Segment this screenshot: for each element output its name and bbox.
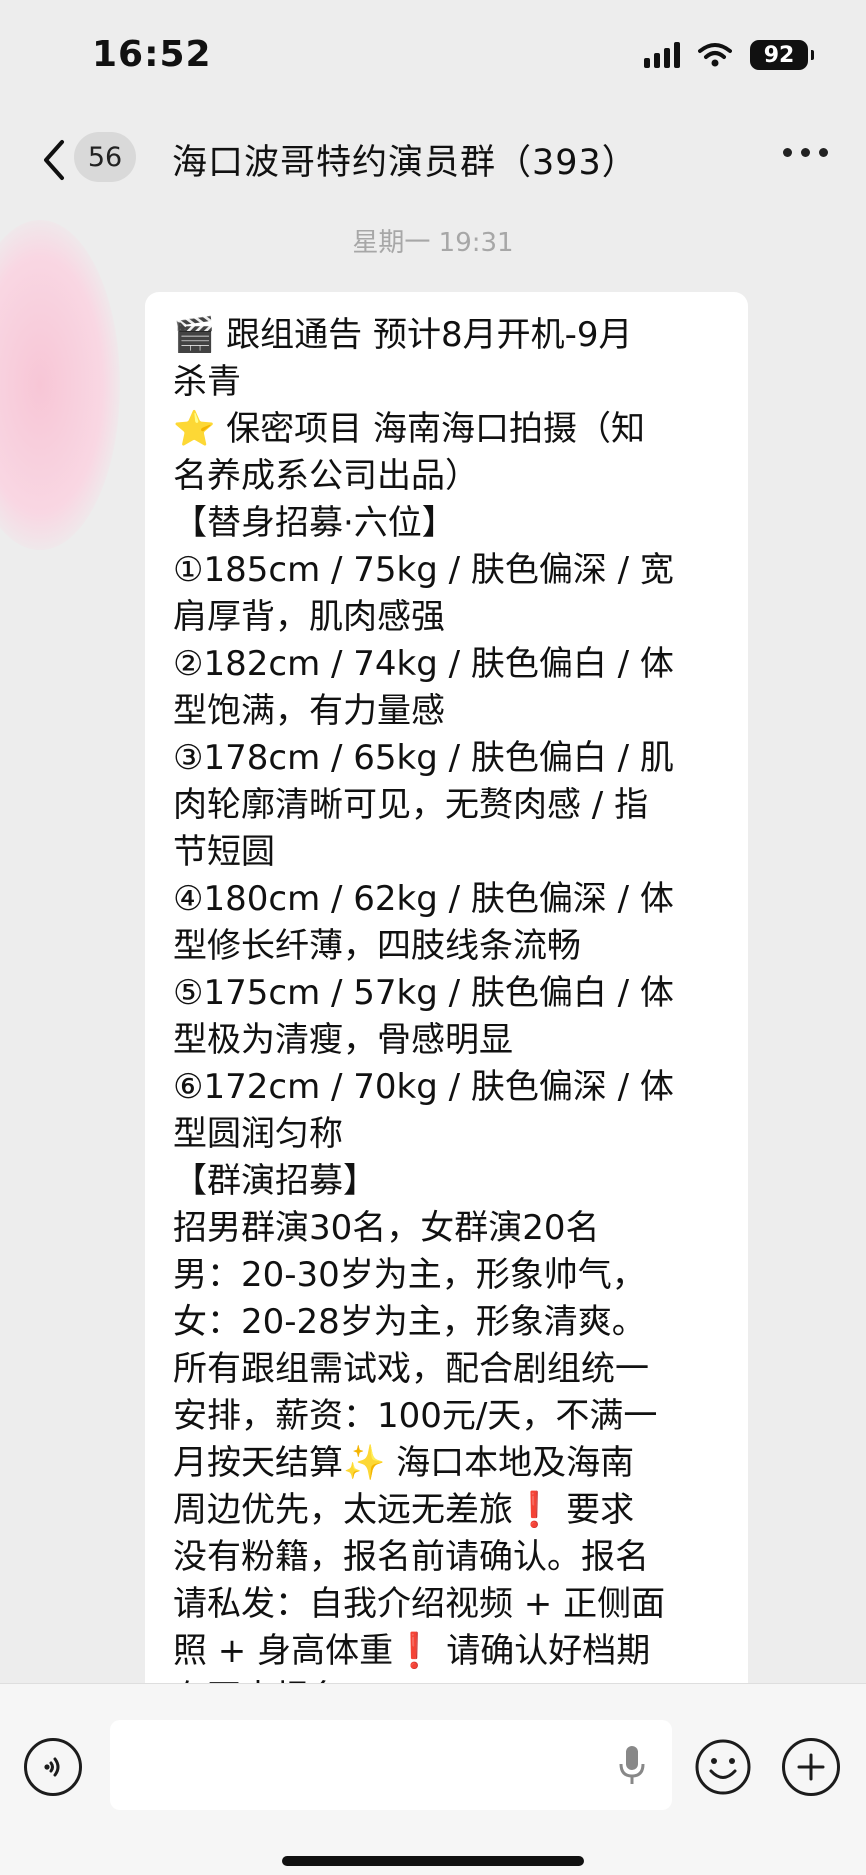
message-line: 型饱满，有力量感	[173, 691, 445, 731]
message-line: 节短圆	[173, 832, 275, 872]
home-indicator[interactable]	[282, 1856, 584, 1866]
message-line: 肩厚背，肌肉感强	[173, 597, 445, 637]
status-indicators: 92	[644, 40, 814, 70]
unread-count-badge[interactable]: 56	[74, 132, 136, 182]
message-line: 肉轮廓清晰可见，无赘肉感 / 指	[173, 785, 649, 825]
message-line: 🎬 跟组通告 预计8月开机-9月	[173, 315, 633, 355]
chevron-left-icon[interactable]	[38, 138, 72, 182]
message-line: 名养成系公司出品）	[173, 456, 479, 496]
plus-button[interactable]	[782, 1738, 840, 1796]
message-line: 杀青	[173, 362, 241, 402]
message-line: 【群演招募】	[173, 1161, 377, 1201]
chat-title[interactable]: 海口波哥特约演员群（393）	[172, 134, 638, 185]
message-line: 型修长纤薄，四肢线条流畅	[173, 926, 581, 966]
message-line: 男：20-30岁为主，形象帅气，	[173, 1255, 646, 1295]
chat-screen: 16:52 92 56 海口波哥特约演员群（393） 星期一 19:31 🎬 跟…	[0, 0, 866, 1875]
message-timestamp: 星期一 19:31	[352, 228, 514, 258]
chat-header: 56 海口波哥特约演员群（393）	[0, 110, 866, 210]
message-text: 🎬 跟组通告 预计8月开机-9月 杀青 ⭐ 保密项目 海南海口拍摄（知 名养成系公司出…	[173, 312, 720, 1712]
message-line: ⑤175cm / 57kg / 肤色偏白 / 体	[173, 973, 674, 1013]
message-line: 周边优先，太远无差旅❗ 要求	[173, 1490, 635, 1530]
message-line: ⑥172cm / 70kg / 肤色偏深 / 体	[173, 1067, 674, 1107]
wifi-icon	[698, 43, 732, 67]
message-bubble[interactable]: 🎬 跟组通告 预计8月开机-9月 杀青 ⭐ 保密项目 海南海口拍摄（知 名养成系公司出…	[145, 292, 748, 1712]
battery-indicator: 92	[750, 40, 814, 70]
message-line: 型圆润匀称	[173, 1114, 343, 1154]
input-bar	[0, 1683, 866, 1875]
message-line: 照 + 身高体重❗ 请确认好档期	[173, 1631, 651, 1671]
message-input[interactable]	[110, 1720, 672, 1810]
emoji-icon[interactable]	[694, 1738, 752, 1796]
cellular-signal-icon	[644, 42, 680, 68]
message-line: 所有跟组需试戏，配合剧组统一	[173, 1349, 649, 1389]
voice-button[interactable]	[24, 1738, 82, 1796]
voice-icon	[44, 1757, 60, 1777]
message-line: 招男群演30名，女群演20名	[173, 1208, 600, 1248]
message-line: 型极为清瘦，骨感明显	[173, 1020, 513, 1060]
message-line: ④180cm / 62kg / 肤色偏深 / 体	[173, 879, 674, 919]
message-line: 请私发：自我介绍视频 + 正侧面	[173, 1584, 666, 1624]
plus-icon	[797, 1753, 825, 1781]
status-bar: 16:52 92	[0, 0, 866, 110]
mic-icon[interactable]	[618, 1744, 646, 1788]
message-line: ⭐ 保密项目 海南海口拍摄（知	[173, 409, 645, 449]
message-line: 没有粉籍，报名前请确认。报名	[173, 1537, 649, 1577]
message-line: 【替身招募·六位】	[173, 503, 456, 543]
message-line: ②182cm / 74kg / 肤色偏白 / 体	[173, 644, 674, 684]
message-line: 女：20-28岁为主，形象清爽。	[173, 1302, 646, 1342]
message-line: 安排，薪资：100元/天，不满一	[173, 1396, 658, 1436]
more-dots-icon[interactable]	[783, 148, 828, 157]
blurred-avatar	[0, 220, 120, 550]
message-line: ①185cm / 75kg / 肤色偏深 / 宽	[173, 550, 674, 590]
message-line: ③178cm / 65kg / 肤色偏白 / 肌	[173, 738, 674, 778]
status-time: 16:52	[92, 34, 212, 75]
message-line: 月按天结算✨ 海口本地及海南	[173, 1443, 635, 1483]
